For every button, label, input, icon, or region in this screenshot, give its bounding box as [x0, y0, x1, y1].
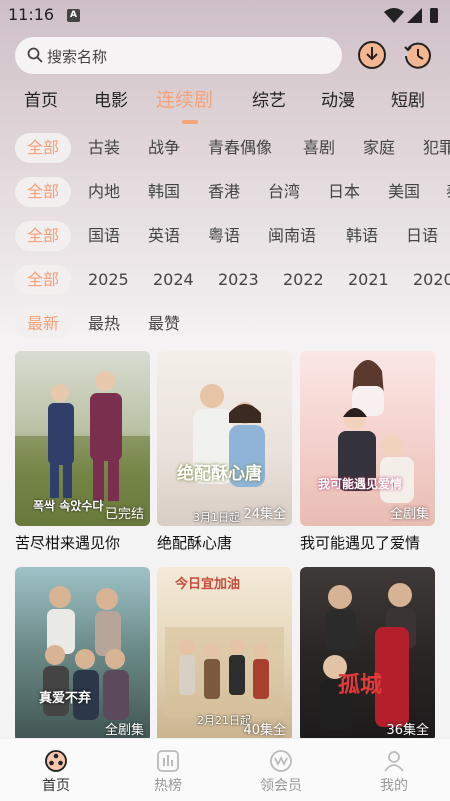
- nav-label: 首页: [42, 778, 70, 794]
- genre-chip[interactable]: 战争: [148, 133, 180, 163]
- language-chip-all[interactable]: 全部: [15, 221, 72, 251]
- genre-chip[interactable]: 喜剧: [303, 133, 335, 163]
- poster-title-art: 真爱不弃: [39, 691, 92, 706]
- tab-anime[interactable]: 动漫: [321, 86, 355, 111]
- language-chip[interactable]: 国语: [88, 221, 120, 251]
- status-badge: 全剧集: [104, 723, 144, 738]
- sort-chip-hottest[interactable]: 最热: [88, 309, 120, 339]
- year-chip-all[interactable]: 全部: [15, 265, 72, 295]
- show-title: 苦尽柑来遇见你: [15, 534, 121, 552]
- notification-a-icon: A: [67, 9, 80, 22]
- chart-icon: [157, 750, 179, 772]
- nav-home[interactable]: 首页: [16, 739, 96, 795]
- show-card[interactable]: 绝配酥心唐 3月1日起 24集全 绝配酥心唐: [157, 351, 292, 552]
- search-icon: [27, 47, 43, 63]
- year-filter-row: 全部 2025 2024 2023 2022 2021 2020: [0, 265, 450, 299]
- genre-chip[interactable]: 家庭: [363, 133, 395, 163]
- show-title: 我可能遇见了爱情: [300, 534, 421, 552]
- region-chip[interactable]: 内地: [88, 177, 120, 207]
- show-poster: 我可能遇见爱情 全剧集: [300, 351, 435, 526]
- genre-chip[interactable]: 青春偶像: [208, 133, 272, 163]
- show-card[interactable]: 폭싹 속았수다 已完结 苦尽柑来遇见你: [15, 351, 150, 552]
- year-chip[interactable]: 2025: [88, 265, 129, 295]
- show-poster: 真爱不弃 全剧集: [15, 567, 150, 742]
- show-card[interactable]: 真爱不弃 全剧集: [15, 567, 150, 742]
- bottom-nav: 首页 热榜 领会员 我的: [0, 738, 450, 801]
- year-chip[interactable]: 2020: [413, 265, 450, 295]
- year-chip[interactable]: 2021: [348, 265, 389, 295]
- home-film-reel-icon: [45, 750, 67, 772]
- poster-title-art: 今日宜加油: [175, 577, 241, 592]
- tab-variety[interactable]: 综艺: [252, 86, 286, 111]
- language-chip[interactable]: 日语: [406, 221, 438, 251]
- nav-label: 我的: [380, 778, 408, 794]
- nav-label: 热榜: [154, 778, 182, 794]
- region-chip[interactable]: 台湾: [268, 177, 300, 207]
- poster-title-art: 我可能遇见爱情: [318, 477, 403, 491]
- region-chip[interactable]: 日本: [328, 177, 360, 207]
- status-badge: 24集全: [243, 507, 286, 522]
- region-chip[interactable]: 韩国: [148, 177, 180, 207]
- genre-chip[interactable]: 古装: [88, 133, 120, 163]
- nav-membership[interactable]: 领会员: [241, 739, 321, 795]
- language-chip[interactable]: 闽南语: [268, 221, 316, 251]
- region-chip[interactable]: 美国: [388, 177, 420, 207]
- status-icons: [382, 6, 442, 26]
- sort-chip-most-liked[interactable]: 最赞: [148, 309, 180, 339]
- profile-icon: [384, 751, 404, 772]
- show-poster: 绝配酥心唐 3月1日起 24集全: [157, 351, 292, 526]
- main-tabs: 首页 电影 连续剧 综艺 动漫 短剧: [0, 86, 450, 126]
- tab-series[interactable]: 连续剧: [156, 85, 213, 112]
- tab-indicator: [182, 120, 198, 124]
- language-filter-row: 全部 国语 英语 粤语 闽南语 韩语 日语: [0, 221, 450, 255]
- battery-icon: [430, 8, 438, 23]
- status-bar: 11:16 A: [0, 0, 450, 32]
- status-badge: 36集全: [386, 723, 429, 738]
- status-badge: 40集全: [243, 723, 286, 738]
- nav-profile[interactable]: 我的: [354, 739, 434, 795]
- nav-label: 领会员: [260, 778, 302, 794]
- search-bar[interactable]: 搜索名称: [15, 37, 342, 74]
- region-chip-all[interactable]: 全部: [15, 177, 72, 207]
- genre-filter-row: 全部 古装 战争 青春偶像 喜剧 家庭 犯罪: [0, 133, 450, 167]
- year-chip[interactable]: 2022: [283, 265, 324, 295]
- history-icon[interactable]: [402, 39, 434, 71]
- sort-chip-newest[interactable]: 最新: [15, 309, 72, 339]
- nav-charts[interactable]: 热榜: [128, 739, 208, 795]
- genre-chip[interactable]: 犯罪: [423, 133, 450, 163]
- tab-movies[interactable]: 电影: [94, 86, 128, 111]
- show-poster: 孤城 36集全: [300, 567, 435, 742]
- show-title: 绝配酥心唐: [157, 534, 233, 552]
- region-chip[interactable]: 泰: [446, 177, 450, 207]
- poster-title-art: 孤城: [338, 673, 383, 698]
- show-card[interactable]: 我可能遇见爱情 全剧集 我可能遇见了爱情: [300, 351, 435, 552]
- poster-title-art: 绝配酥心唐: [177, 464, 262, 484]
- show-card[interactable]: 孤城 36集全: [300, 567, 435, 742]
- search-placeholder: 搜索名称: [47, 48, 108, 66]
- language-chip[interactable]: 英语: [148, 221, 180, 251]
- poster-title-art: 폭싹 속았수다: [33, 499, 104, 513]
- wifi-icon: [384, 8, 404, 23]
- show-card[interactable]: 今日宜加油 2月21日起 40集全: [157, 567, 292, 742]
- vip-icon: [270, 750, 292, 772]
- show-poster: 今日宜加油 2月21日起 40集全: [157, 567, 292, 742]
- status-badge: 已完结: [104, 507, 144, 522]
- signal-icon: [407, 8, 422, 23]
- region-filter-row: 全部 内地 韩国 香港 台湾 日本 美国 泰: [0, 177, 450, 211]
- year-chip[interactable]: 2023: [218, 265, 259, 295]
- genre-chip-all[interactable]: 全部: [15, 133, 72, 163]
- year-chip[interactable]: 2024: [153, 265, 194, 295]
- tab-home[interactable]: 首页: [24, 86, 58, 111]
- status-time: 11:16: [8, 5, 55, 24]
- sort-filter-row: 最新 最热 最赞: [0, 309, 450, 343]
- language-chip[interactable]: 粤语: [208, 221, 240, 251]
- language-chip[interactable]: 韩语: [346, 221, 378, 251]
- region-chip[interactable]: 香港: [208, 177, 240, 207]
- show-poster: 폭싹 속았수다 已完结: [15, 351, 150, 526]
- poster-date: 3月1日起: [193, 511, 240, 524]
- tab-short-drama[interactable]: 短剧: [391, 86, 425, 111]
- status-badge: 全剧集: [389, 507, 429, 522]
- download-icon[interactable]: [356, 39, 388, 71]
